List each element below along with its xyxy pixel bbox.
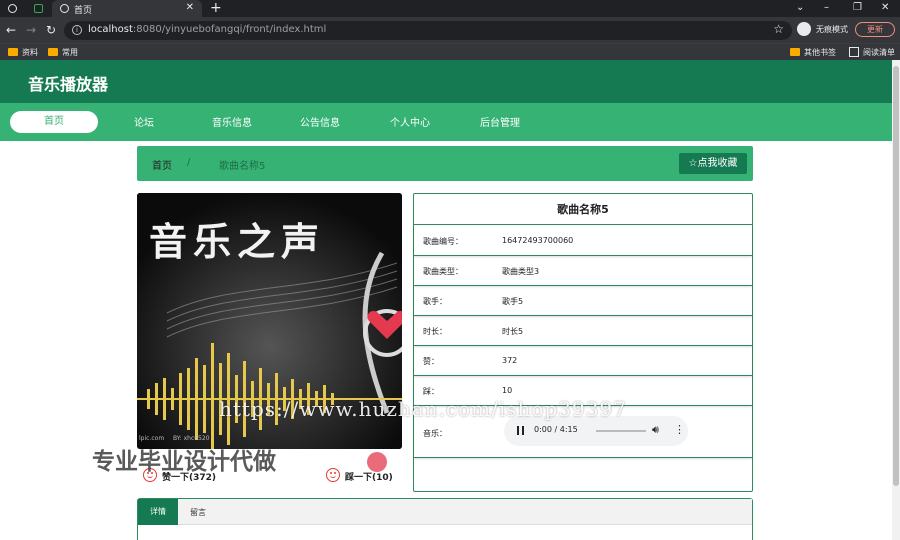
nav-item-music-info[interactable]: 音乐信息 bbox=[212, 114, 252, 129]
song-title: 歌曲名称5 bbox=[414, 194, 752, 225]
info-value: 16472493700060 bbox=[502, 236, 574, 245]
url-text: localhost:8080/yinyuebofangqi/front/inde… bbox=[88, 24, 326, 35]
cursor-highlight bbox=[367, 452, 387, 472]
main-nav: 首页 论坛 音乐信息 公告信息 个人中心 后台管理 bbox=[0, 103, 900, 141]
browser-tab-strip: 首页 ✕ + ⌄ – ❐ ✕ bbox=[0, 0, 900, 17]
close-window-icon[interactable]: ✕ bbox=[881, 2, 889, 13]
reading-list-icon bbox=[849, 47, 859, 57]
update-button[interactable]: 更新 bbox=[855, 22, 895, 37]
site-header: 音乐播放器 bbox=[0, 60, 900, 103]
info-row: 赞： 372 bbox=[414, 346, 752, 376]
breadcrumb-home[interactable]: 首页 bbox=[152, 157, 172, 172]
cover-credit-left: lpic.com bbox=[139, 435, 165, 442]
tab-comments[interactable]: 留言 bbox=[190, 507, 206, 518]
breadcrumb-current: 歌曲名称5 bbox=[219, 161, 266, 172]
bookmark-label: 常用 bbox=[62, 48, 78, 57]
info-key: 歌手： bbox=[423, 297, 447, 306]
info-key: 时长： bbox=[423, 327, 447, 336]
song-info-panel: 歌曲名称5 歌曲编号： 16472493700060 歌曲类型： 歌曲类型3 歌… bbox=[413, 193, 753, 492]
dislike-label: 踩一下(10) bbox=[345, 473, 393, 483]
info-row: 歌曲编号： 16472493700060 bbox=[414, 226, 752, 256]
nav-item-forum[interactable]: 论坛 bbox=[134, 114, 154, 129]
tab-details[interactable]: 详情 bbox=[138, 499, 178, 525]
info-row: 歌手： 歌手5 bbox=[414, 286, 752, 316]
tab-search-icon[interactable]: ⌄ bbox=[796, 2, 804, 13]
url-host: localhost bbox=[88, 24, 133, 35]
bookmark-label: 资料 bbox=[22, 48, 38, 57]
info-row: 时长： 时长5 bbox=[414, 316, 752, 346]
new-tab-icon[interactable]: + bbox=[210, 0, 222, 16]
browser-tab-pinned-1[interactable] bbox=[4, 2, 22, 15]
bookmark-folder[interactable]: 其他书签 bbox=[790, 47, 836, 58]
info-key: 音乐： bbox=[423, 429, 447, 438]
info-value: 10 bbox=[502, 386, 513, 395]
bookmark-label: 其他书签 bbox=[804, 48, 836, 57]
cover-credit-right: BY: xhc0520 bbox=[173, 435, 210, 442]
pause-icon[interactable] bbox=[517, 426, 524, 435]
incognito-icon bbox=[797, 22, 811, 36]
page-scrollbar[interactable] bbox=[892, 60, 900, 540]
info-value: 时长5 bbox=[502, 327, 524, 336]
info-key: 踩： bbox=[423, 387, 439, 396]
watermark-url: https://www.huzhan.com/ishop39397 bbox=[219, 397, 627, 421]
web-page: 音乐播放器 首页 论坛 音乐信息 公告信息 个人中心 后台管理 首页 / 歌曲名… bbox=[0, 60, 900, 540]
address-toolbar: ← → ↻ i localhost:8080/yinyuebofangqi/fr… bbox=[0, 17, 900, 43]
bookmark-label: 阅读清单 bbox=[863, 48, 895, 57]
info-key: 歌曲编号： bbox=[423, 237, 463, 246]
globe-icon bbox=[60, 4, 69, 13]
address-bar[interactable]: i localhost:8080/yinyuebofangqi/front/in… bbox=[64, 21, 792, 40]
bookmark-folder[interactable]: 资料 bbox=[8, 47, 38, 58]
info-row: 歌曲类型： 歌曲类型3 bbox=[414, 256, 752, 286]
folder-icon bbox=[48, 48, 58, 56]
nav-item-profile[interactable]: 个人中心 bbox=[390, 114, 430, 129]
app-icon bbox=[34, 4, 43, 13]
watermark-text: 专业毕业设计代做 bbox=[92, 449, 276, 475]
folder-icon bbox=[8, 48, 18, 56]
tabs-strip: 详情 留言 bbox=[138, 499, 752, 525]
back-icon[interactable]: ← bbox=[6, 23, 16, 37]
minimize-icon[interactable]: – bbox=[824, 2, 829, 13]
audio-progress-bar[interactable] bbox=[596, 430, 646, 432]
bookmark-star-icon[interactable]: ☆ bbox=[773, 22, 784, 36]
info-key: 歌曲类型： bbox=[423, 267, 463, 276]
more-options-icon[interactable]: ⋮ bbox=[674, 423, 685, 436]
smile-icon bbox=[326, 468, 340, 482]
forward-icon[interactable]: → bbox=[26, 23, 36, 37]
site-info-icon[interactable]: i bbox=[72, 25, 82, 35]
nav-item-admin[interactable]: 后台管理 bbox=[480, 114, 520, 129]
info-key: 赞： bbox=[423, 357, 439, 366]
volume-icon[interactable]: 🔊︎ bbox=[652, 423, 659, 437]
detail-tabs: 详情 留言 bbox=[137, 498, 753, 540]
browser-tab-pinned-2[interactable] bbox=[30, 2, 48, 15]
url-path: :8080/yinyuebofangqi/front/index.html bbox=[132, 24, 327, 35]
bookmark-folder[interactable]: 常用 bbox=[48, 47, 78, 58]
incognito-label: 无痕模式 bbox=[816, 25, 848, 34]
info-value: 372 bbox=[502, 356, 518, 365]
close-tab-icon[interactable]: ✕ bbox=[186, 2, 194, 13]
audio-time: 0:00 / 4:15 bbox=[534, 425, 578, 434]
browser-tab-title: 首页 bbox=[74, 6, 93, 16]
cover-art-text: 音乐之声 bbox=[149, 219, 326, 264]
scrollbar-thumb[interactable] bbox=[893, 66, 899, 486]
breadcrumb-separator: / bbox=[187, 157, 191, 168]
folder-icon bbox=[790, 48, 800, 56]
bookmarks-bar: 资料 常用 其他书签 阅读清单 bbox=[0, 43, 900, 60]
restore-icon[interactable]: ❐ bbox=[853, 2, 862, 13]
breadcrumb: 首页 / 歌曲名称5 ☆点我收藏 bbox=[137, 146, 753, 181]
nav-item-home[interactable]: 首页 bbox=[10, 111, 98, 133]
reading-list[interactable]: 阅读清单 bbox=[849, 47, 895, 58]
favorite-button[interactable]: ☆点我收藏 bbox=[679, 153, 747, 174]
site-title: 音乐播放器 bbox=[28, 75, 109, 94]
info-value: 歌手5 bbox=[502, 297, 524, 306]
browser-tab-active[interactable]: 首页 ✕ bbox=[52, 0, 202, 17]
info-value: 歌曲类型3 bbox=[502, 267, 540, 276]
reload-icon[interactable]: ↻ bbox=[46, 23, 56, 37]
globe-icon bbox=[8, 4, 17, 13]
nav-item-announcements[interactable]: 公告信息 bbox=[300, 114, 340, 129]
